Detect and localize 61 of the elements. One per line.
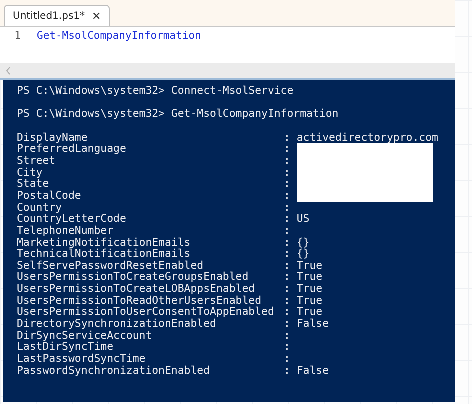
- property-separator: :: [284, 318, 292, 330]
- property-separator: :: [284, 202, 292, 214]
- property-separator: :: [284, 341, 292, 354]
- property-separator: :: [284, 143, 292, 155]
- property-value: False: [296, 318, 330, 330]
- property-separator: :: [284, 294, 292, 306]
- property-separator: :: [284, 236, 292, 248]
- property-value: {}: [296, 248, 311, 260]
- line-number: 1: [14, 30, 22, 42]
- property-name: MarketingNotificationEmails: [17, 236, 192, 248]
- close-button[interactable]: ✕: [92, 10, 102, 22]
- property-name: PasswordSynchronizationEnabled: [17, 364, 212, 376]
- horizontal-scrollbar[interactable]: [0, 63, 455, 80]
- property-name: Street: [17, 154, 56, 167]
- property-separator: :: [284, 213, 292, 225]
- scroll-left-icon[interactable]: [6, 66, 11, 74]
- property-name: DirSyncServiceAccount: [17, 330, 152, 342]
- property-name: DirectorySynchronizationEnabled: [17, 318, 216, 330]
- property-value: True: [296, 294, 324, 306]
- property-name: UsersPermissionToReadOtherUsersEnabled: [17, 294, 262, 306]
- property-name: City: [17, 166, 43, 178]
- property-separator: :: [284, 224, 292, 236]
- property-name: LastPasswordSyncTime: [17, 353, 147, 365]
- property-separator: :: [284, 330, 292, 342]
- property-name: UsersPermissionToCreateGroupsEnabled: [17, 271, 250, 284]
- property-name: PostalCode: [17, 190, 82, 202]
- property-name: SelfServePasswordResetEnabled: [17, 260, 204, 272]
- editor-tab[interactable]: Untitled1.ps1* ✕: [4, 5, 110, 26]
- property-name: LastDirSyncTime: [17, 341, 114, 354]
- property-separator: :: [284, 306, 292, 318]
- property-value: True: [296, 260, 324, 272]
- property-separator: :: [284, 248, 292, 260]
- property-name: UsersPermissionToCreateLOBAppsEnabled: [17, 283, 256, 295]
- property-separator: :: [284, 178, 292, 190]
- property-name: PreferredLanguage: [17, 143, 128, 155]
- property-separator: :: [284, 271, 292, 284]
- property-name: State: [17, 178, 50, 190]
- property-separator: :: [284, 154, 292, 167]
- console-command: PS C:\Windows\system32> Get-MsolCompanyInformation: [17, 108, 340, 120]
- property-name: TelephoneNumber: [17, 224, 114, 236]
- property-separator: :: [284, 353, 292, 365]
- property-value: True: [296, 306, 324, 318]
- property-value: False: [296, 364, 330, 376]
- property-name: CountryLetterCode: [17, 213, 128, 225]
- console-command: PS C:\Windows\system32> Connect-MsolService: [17, 85, 295, 97]
- property-separator: :: [284, 260, 292, 272]
- property-name: TechnicalNotificationEmails: [17, 248, 192, 260]
- property-name: DisplayName: [17, 132, 88, 144]
- code-line: Get-MsolCompanyInformation: [37, 30, 202, 42]
- property-separator: :: [284, 190, 292, 202]
- property-name: UsersPermissionToUserConsentToAppEnabled: [17, 306, 276, 318]
- property-value: US: [296, 213, 311, 225]
- property-value: True: [296, 271, 324, 284]
- property-separator: :: [284, 283, 292, 295]
- property-separator: :: [284, 166, 292, 178]
- property-separator: :: [284, 364, 292, 376]
- property-value: {}: [296, 236, 311, 248]
- property-value: activedirectorypro.com: [296, 132, 438, 144]
- property-name: Country: [17, 202, 62, 214]
- property-value: True: [296, 283, 324, 295]
- property-separator: :: [284, 132, 292, 144]
